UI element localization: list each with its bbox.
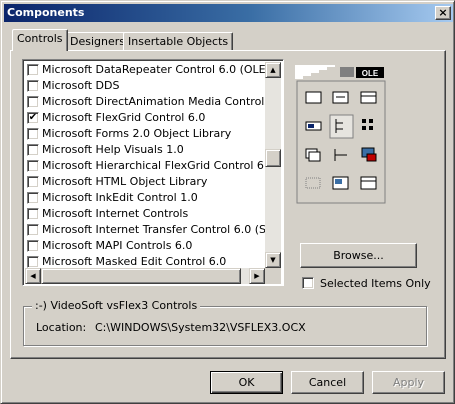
list-item[interactable]: Microsoft InkEdit Control 1.0 — [25, 190, 265, 206]
checkbox[interactable] — [27, 176, 39, 188]
browse-button-label: Browse... — [333, 249, 384, 262]
location-value: C:\WINDOWS\System32\VSFLEX3.OCX — [95, 321, 306, 334]
scroll-down-icon[interactable]: ▼ — [265, 252, 281, 268]
browse-button[interactable]: Browse... — [300, 243, 417, 268]
list-item-label: Microsoft Masked Edit Control 6.0 — [42, 255, 227, 268]
window-title: Components — [7, 6, 85, 19]
tab-controls[interactable]: Controls — [12, 29, 68, 51]
checkbox[interactable] — [27, 128, 39, 140]
list-item-label: Microsoft Hierarchical FlexGrid Control … — [42, 159, 265, 172]
list-item[interactable]: ✔ Microsoft FlexGrid Control 6.0 — [25, 110, 265, 126]
checkbox[interactable] — [27, 256, 39, 268]
vertical-scrollbar[interactable]: ▲ ▼ — [265, 62, 281, 268]
scroll-thumb-vertical[interactable] — [265, 149, 281, 167]
tab-label: Controls — [17, 32, 63, 45]
selected-items-only-option[interactable]: Selected Items Only — [301, 276, 441, 292]
scroll-corner — [265, 268, 281, 284]
close-icon[interactable]: × — [435, 6, 451, 20]
list-item[interactable]: Microsoft DDS — [25, 78, 265, 94]
checkbox[interactable] — [27, 208, 39, 220]
list-item[interactable]: Microsoft DirectAnimation Media Controls — [25, 94, 265, 110]
apply-button[interactable]: Apply — [372, 371, 445, 394]
checkbox[interactable] — [27, 192, 39, 204]
list-item-label: Microsoft DirectAnimation Media Controls — [42, 95, 265, 108]
tab-label: Insertable Objects — [128, 35, 229, 48]
ok-button[interactable]: OK — [210, 371, 283, 394]
list-item-label: Microsoft Internet Controls — [42, 207, 189, 220]
checkbox[interactable] — [27, 144, 39, 156]
list-item-label: Microsoft DDS — [42, 79, 120, 92]
component-list: Microsoft DataRepeater Control 6.0 (OLED… — [25, 62, 265, 268]
ok-button-label: OK — [238, 376, 255, 389]
toolbox-header-text: OLE — [362, 69, 379, 78]
component-listbox[interactable]: Microsoft DataRepeater Control 6.0 (OLED… — [22, 59, 284, 286]
scroll-up-icon[interactable]: ▲ — [265, 62, 281, 78]
tab-designers[interactable]: Designers — [65, 32, 130, 52]
components-dialog: Components × Controls Designers Insertab… — [0, 0, 455, 404]
scroll-thumb-horizontal[interactable] — [41, 268, 241, 284]
scroll-right-icon[interactable]: ▶ — [249, 268, 265, 284]
list-item[interactable]: Microsoft MAPI Controls 6.0 — [25, 238, 265, 254]
control-toolbox-preview: OLE — [295, 65, 387, 205]
list-item[interactable]: Microsoft Internet Controls — [25, 206, 265, 222]
list-item[interactable]: Microsoft Forms 2.0 Object Library — [25, 126, 265, 142]
location-label: Location: — [36, 321, 87, 334]
checkbox[interactable] — [27, 80, 39, 92]
horizontal-scrollbar[interactable]: ◀ ▶ — [25, 268, 265, 284]
scroll-left-icon[interactable]: ◀ — [25, 268, 41, 284]
list-item-label: Microsoft InkEdit Control 1.0 — [42, 191, 198, 204]
list-item-label: Microsoft Forms 2.0 Object Library — [42, 127, 232, 140]
cancel-button-label: Cancel — [308, 376, 347, 389]
list-item-label: Microsoft Help Visuals 1.0 — [42, 143, 184, 156]
checkbox[interactable] — [27, 64, 39, 76]
list-item-label: Microsoft FlexGrid Control 6.0 — [42, 111, 206, 124]
tab-insertable-objects[interactable]: Insertable Objects — [123, 32, 234, 52]
selected-items-only-checkbox[interactable] — [302, 277, 314, 289]
list-item[interactable]: Microsoft Masked Edit Control 6.0 — [25, 254, 265, 268]
checkbox-checked[interactable]: ✔ — [27, 112, 39, 124]
component-info-group: :-) VideoSoft vsFlex3 Controls Location:… — [23, 299, 427, 346]
cancel-button[interactable]: Cancel — [291, 371, 364, 394]
selected-items-only-label: Selected Items Only — [320, 277, 431, 290]
component-info-title: :-) VideoSoft vsFlex3 Controls — [32, 299, 201, 312]
checkbox[interactable] — [27, 240, 39, 252]
list-item[interactable]: Microsoft DataRepeater Control 6.0 (OLED… — [25, 62, 265, 78]
apply-button-label: Apply — [392, 376, 425, 389]
list-item-label: Microsoft HTML Object Library — [42, 175, 208, 188]
tab-label: Designers — [70, 35, 125, 48]
list-item-label: Microsoft Internet Transfer Control 6.0 … — [42, 223, 265, 236]
checkbox[interactable] — [27, 224, 39, 236]
list-item[interactable]: Microsoft HTML Object Library — [25, 174, 265, 190]
list-item[interactable]: Microsoft Help Visuals 1.0 — [25, 142, 265, 158]
list-item-label: Microsoft MAPI Controls 6.0 — [42, 239, 193, 252]
title-bar[interactable]: Components × — [4, 4, 453, 22]
list-item[interactable]: Microsoft Internet Transfer Control 6.0 … — [25, 222, 265, 238]
toolbox-graphic: OLE — [295, 65, 387, 205]
list-item[interactable]: Microsoft Hierarchical FlexGrid Control … — [25, 158, 265, 174]
checkbox[interactable] — [27, 96, 39, 108]
checkbox[interactable] — [27, 160, 39, 172]
list-item-label: Microsoft DataRepeater Control 6.0 (OLED… — [42, 63, 265, 76]
